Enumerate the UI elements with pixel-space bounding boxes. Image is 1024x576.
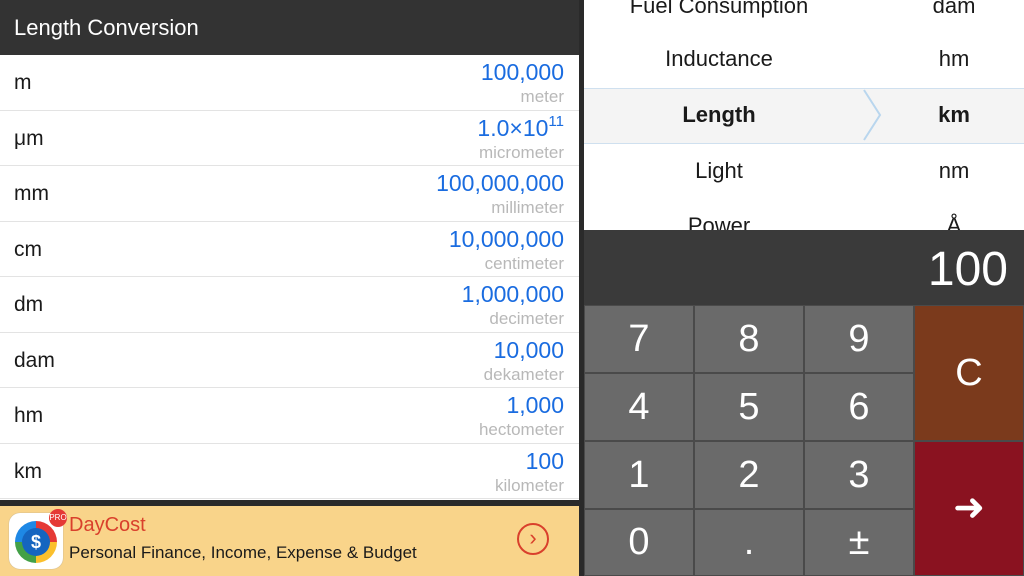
picker-unit: Å xyxy=(946,213,962,230)
unit-value: 1.0×1011 xyxy=(477,112,564,142)
picker-category: Length xyxy=(682,102,756,127)
picker-unit: km xyxy=(938,102,970,127)
unit-value: 100,000 xyxy=(480,59,564,85)
unit-symbol: cm xyxy=(14,237,42,261)
conversion-panel: Length Conversion m 100,000 meter μm 1.0… xyxy=(0,0,579,576)
unit-symbol: hm xyxy=(14,404,44,427)
unit-picker[interactable]: Fuel Consumption dam Inductance hm Lengt… xyxy=(584,0,1024,230)
key-4[interactable]: 4 xyxy=(584,373,694,441)
chevron-right-icon[interactable]: › xyxy=(517,523,549,555)
conversion-row-mm[interactable]: mm 100,000,000 millimeter xyxy=(0,166,579,222)
picker-row[interactable]: Light nm xyxy=(584,144,1024,200)
unit-symbol: dm xyxy=(14,293,44,316)
unit-symbol: mm xyxy=(14,182,49,205)
dollar-icon: $ xyxy=(22,528,50,556)
unit-name: kilometer xyxy=(495,475,564,495)
unit-value: 10,000,000 xyxy=(448,225,564,252)
unit-symbol: μm xyxy=(14,126,44,150)
unit-symbol: km xyxy=(14,459,42,483)
unit-name: centimeter xyxy=(484,253,564,273)
unit-name: decimeter xyxy=(489,309,564,328)
unit-name: hectometer xyxy=(478,420,564,439)
app-icon: $ PRO xyxy=(9,509,67,569)
conversion-row-km[interactable]: km 100 kilometer xyxy=(0,444,579,499)
unit-value: 100 xyxy=(525,447,564,474)
picker-row[interactable]: Inductance hm xyxy=(584,32,1024,88)
input-display: 100 xyxy=(584,230,1024,305)
key-1[interactable]: 1 xyxy=(584,441,694,509)
unit-value-base: 1.0×10 xyxy=(477,114,549,141)
ad-title: DayCost xyxy=(69,514,146,536)
key-9[interactable]: 9 xyxy=(804,305,914,373)
key-7[interactable]: 7 xyxy=(584,305,694,373)
input-value: 100 xyxy=(927,243,1008,296)
conversion-row-um[interactable]: μm 1.0×1011 micrometer xyxy=(0,111,579,166)
pro-badge: PRO xyxy=(49,509,67,527)
unit-value-exponent: 11 xyxy=(548,112,564,130)
key-5[interactable]: 5 xyxy=(694,373,804,441)
unit-value: 1,000,000 xyxy=(461,281,564,307)
picker-category: Light xyxy=(695,158,743,183)
unit-name: micrometer xyxy=(478,142,564,162)
key-0[interactable]: 0 xyxy=(584,509,694,576)
key-plus-minus[interactable]: ± xyxy=(804,509,914,576)
unit-name: dekameter xyxy=(483,364,564,384)
unit-name: millimeter xyxy=(491,198,564,217)
unit-name: meter xyxy=(520,87,564,106)
page-title: Length Conversion xyxy=(14,15,199,40)
unit-symbol: m xyxy=(14,71,32,94)
ad-banner[interactable]: $ PRO DayCost Personal Finance, Income, … xyxy=(0,506,579,576)
conversion-list: m 100,000 meter μm 1.0×1011 micrometer m… xyxy=(0,55,579,499)
picker-row-selected[interactable]: Length km xyxy=(584,88,1024,144)
conversion-row-hm[interactable]: hm 1,000 hectometer xyxy=(0,388,579,444)
picker-row[interactable]: Fuel Consumption dam xyxy=(584,0,1024,35)
conversion-row-cm[interactable]: cm 10,000,000 centimeter xyxy=(0,222,579,277)
enter-button[interactable]: ➜ xyxy=(914,441,1024,576)
clear-button[interactable]: C xyxy=(914,305,1024,441)
conversion-row-dm[interactable]: dm 1,000,000 decimeter xyxy=(0,277,579,333)
unit-value: 1,000 xyxy=(506,392,564,418)
picker-unit: hm xyxy=(938,46,970,71)
unit-symbol: dam xyxy=(14,348,55,372)
picker-row[interactable]: Power Å xyxy=(584,199,1024,230)
key-8[interactable]: 8 xyxy=(694,305,804,373)
conversion-row-m[interactable]: m 100,000 meter xyxy=(0,55,579,111)
keypad: 7 8 9 C 4 5 6 1 2 3 ➜ 0 . ± xyxy=(584,305,1024,576)
key-decimal[interactable]: . xyxy=(694,509,804,576)
conversion-row-dam[interactable]: dam 10,000 dekameter xyxy=(0,333,579,388)
picker-category: Inductance xyxy=(665,46,773,71)
picker-category: Fuel Consumption xyxy=(629,0,809,18)
picker-unit: nm xyxy=(938,158,970,183)
unit-value: 10,000 xyxy=(493,336,564,363)
key-3[interactable]: 3 xyxy=(804,441,914,509)
picker-category: Power xyxy=(687,213,751,230)
key-6[interactable]: 6 xyxy=(804,373,914,441)
conversion-header: Length Conversion xyxy=(0,0,579,55)
chevron-right-icon xyxy=(863,89,882,141)
ad-subtitle: Personal Finance, Income, Expense & Budg… xyxy=(69,543,417,562)
picker-unit: dam xyxy=(932,0,976,18)
key-2[interactable]: 2 xyxy=(694,441,804,509)
unit-value: 100,000,000 xyxy=(436,170,564,196)
